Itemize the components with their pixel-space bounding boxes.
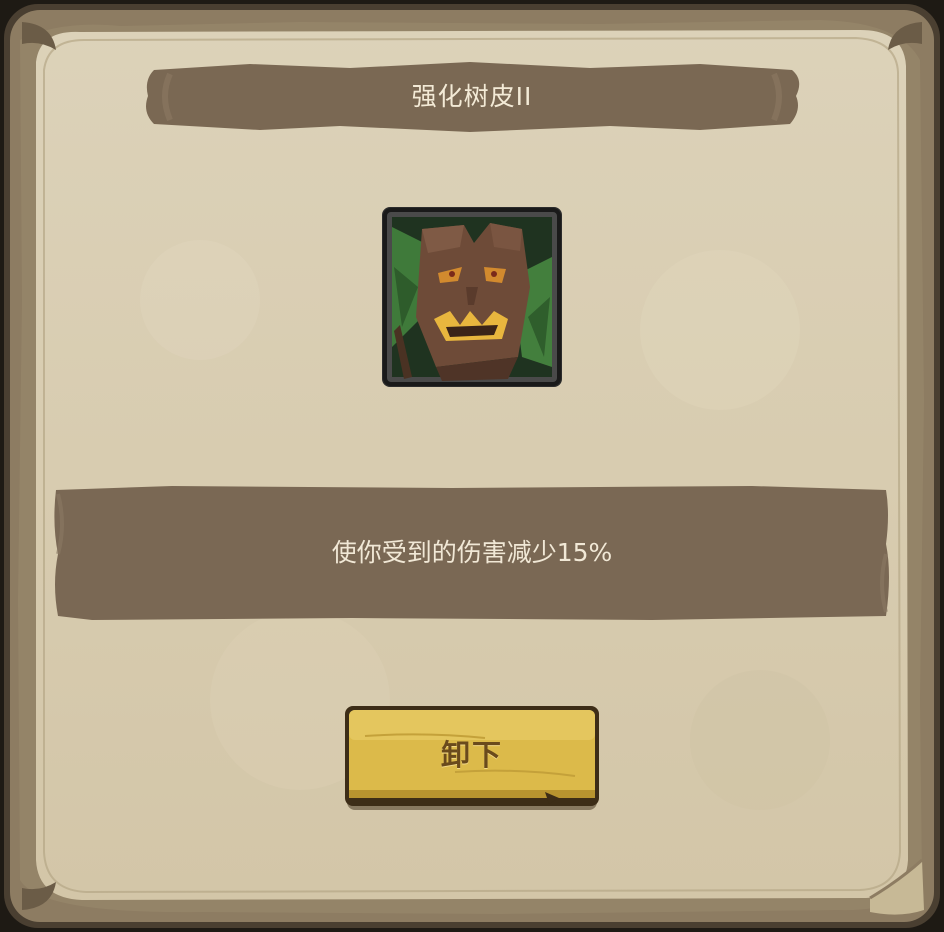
unequip-label: 卸下 — [440, 738, 503, 772]
skill-detail-dialog: 强化树皮II 使你受到的伤害减少15% 卸下 — [0, 0, 944, 932]
unequip-button[interactable]: 卸下 — [345, 706, 599, 812]
dialog-title: 强化树皮II — [411, 82, 533, 111]
skill-description: 使你受到的伤害减少15% — [331, 538, 613, 567]
treant-face-icon — [382, 207, 562, 387]
